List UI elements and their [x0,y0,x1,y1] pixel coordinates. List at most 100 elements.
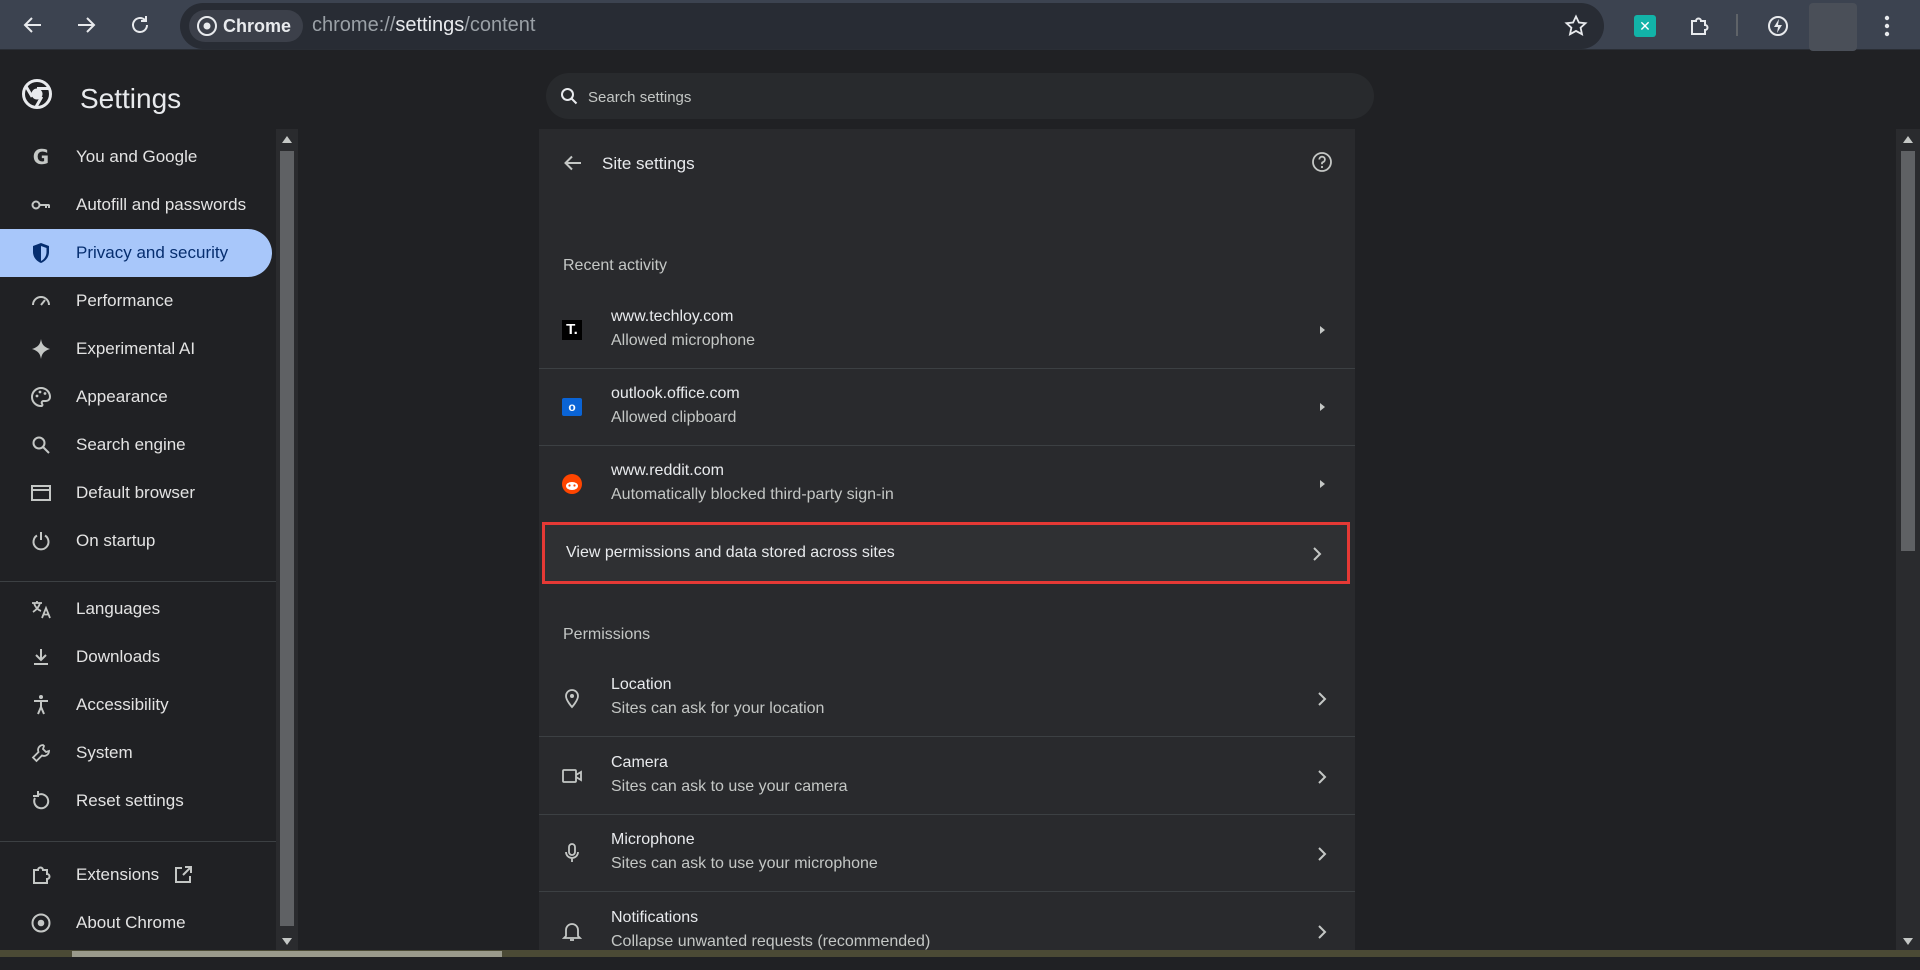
palette-icon [30,386,52,408]
page-scrollbar[interactable] [1896,129,1920,950]
sidebar-item-label: Accessibility [76,695,169,714]
power-icon [30,530,52,552]
sidebar-item-you-and-google[interactable]: G You and Google [0,133,272,181]
chevron-right-icon [1312,546,1322,562]
kebab-menu-icon [1884,15,1890,37]
chevron-right-icon [1317,924,1327,940]
sidebar-item-appearance[interactable]: Appearance [0,373,272,421]
scroll-down-icon[interactable] [282,938,292,945]
permission-detail: Collapse unwanted requests (recommended) [611,933,931,950]
site-settings-header: Site settings [539,129,1355,199]
chevron-right-icon [1317,691,1327,707]
sidebar-item-label: Privacy and security [76,243,229,262]
sidebar-item-downloads[interactable]: Downloads [0,633,272,681]
sidebar-item-experimental-ai[interactable]: Experimental AI [0,325,272,373]
permission-detail: Sites can ask to use your camera [611,778,848,795]
view-all-label: View permissions and data stored across … [566,544,895,561]
chevron-right-icon [1317,769,1327,785]
scroll-up-icon[interactable] [1903,136,1913,143]
sidebar-item-label: System [76,743,133,762]
settings-title: Settings [80,83,182,114]
recent-activity-row[interactable]: www.reddit.com Automatically blocked thi… [539,446,1355,523]
permission-row-notifications[interactable]: Notifications Collapse unwanted requests… [539,893,1355,970]
browser-toolbar: Chrome chrome://settings/content ✕ [0,0,1920,51]
sidebar-item-privacy[interactable]: Privacy and security [0,229,272,277]
search-input[interactable] [586,73,1350,121]
key-icon [30,194,52,216]
permission-name: Location [611,676,672,693]
settings-search[interactable] [546,73,1374,121]
puzzle-icon [1691,17,1709,35]
sidebar-item-system[interactable]: System [0,729,272,777]
chevron-right-icon [1317,846,1327,862]
sidebar-item-on-startup[interactable]: On startup [0,517,272,565]
star-icon [1564,14,1588,36]
site-info-chip[interactable]: Chrome [189,10,304,42]
wrench-icon [30,742,52,764]
site-name: www.techloy.com [611,308,734,325]
settings-header: Settings [0,51,1920,129]
permission-name: Microphone [611,831,695,848]
reset-icon [30,790,52,812]
profile-avatar[interactable] [1809,3,1857,51]
recent-activity-row[interactable]: o outlook.office.com Allowed clipboard [539,369,1355,446]
browser-window-icon [30,482,52,504]
sidebar-divider [0,841,276,842]
recent-activity-row[interactable]: T. www.techloy.com Allowed microphone [539,292,1355,369]
back-arrow-button[interactable] [563,153,583,173]
sidebar-item-languages[interactable]: Languages [0,585,272,633]
url-text[interactable]: chrome://settings/content [312,14,535,37]
back-button[interactable] [17,9,49,41]
reload-button[interactable] [124,9,156,41]
sidebar-item-label: Downloads [76,647,161,666]
extension-button[interactable]: ✕ [1628,9,1662,43]
outlook-favicon-icon: o [561,396,583,418]
accessibility-icon [30,694,52,716]
extension-logo-icon: ✕ [1634,15,1656,37]
scrollbar-thumb[interactable] [280,151,294,926]
sidebar-item-reset-settings[interactable]: Reset settings [0,777,272,825]
site-activity: Automatically blocked third-party sign-i… [611,486,894,503]
sidebar-item-label: Default browser [76,483,196,502]
arrow-right-icon [78,17,96,33]
horizontal-scrollbar-thumb[interactable] [72,951,502,957]
scroll-down-icon[interactable] [1903,938,1913,945]
reddit-favicon-icon [561,473,583,495]
caret-right-icon [1319,323,1327,337]
permission-row-location[interactable]: Location Sites can ask for your location [539,660,1355,737]
arrow-left-icon [564,155,581,171]
recent-activity-heading: Recent activity [563,257,668,274]
sidebar-scrollbar[interactable] [276,129,298,950]
sidebar-item-search-engine[interactable]: Search engine [0,421,272,469]
permission-row-camera[interactable]: Camera Sites can ask to use your camera [539,738,1355,815]
sidebar-item-label: Experimental AI [76,339,196,358]
microphone-icon [561,842,583,864]
view-all-site-data-button[interactable]: View permissions and data stored across … [542,522,1350,584]
sidebar-item-autofill[interactable]: Autofill and passwords [0,181,272,229]
help-button[interactable] [1311,151,1333,173]
permission-name: Camera [611,754,668,771]
sidebar-item-label: Extensions [76,865,160,884]
sidebar-item-default-browser[interactable]: Default browser [0,469,272,517]
sidebar-item-performance[interactable]: Performance [0,277,272,325]
bookmark-button[interactable] [1564,14,1588,38]
puzzle-icon [30,864,52,886]
permission-detail: Sites can ask for your location [611,700,825,717]
sidebar-item-accessibility[interactable]: Accessibility [0,681,272,729]
permission-row-microphone[interactable]: Microphone Sites can ask to use your mic… [539,815,1355,892]
speedometer-icon [30,290,52,312]
sidebar-item-about-chrome[interactable]: About Chrome [0,899,272,947]
chip-label: Chrome [223,15,292,36]
chrome-menu-button[interactable] [1870,9,1904,43]
performance-button[interactable] [1761,9,1795,43]
address-bar[interactable]: Chrome chrome://settings/content [180,3,1604,49]
techloy-favicon-icon: T. [561,319,583,341]
scroll-up-icon[interactable] [282,136,292,143]
sidebar-item-extensions[interactable]: Extensions [0,851,272,899]
extensions-menu-button[interactable] [1682,9,1716,43]
bell-icon [561,920,583,942]
forward-button[interactable] [70,9,102,41]
scrollbar-thumb[interactable] [1901,151,1915,551]
chrome-icon [30,912,52,934]
sidebar-item-label: You and Google [76,147,198,166]
